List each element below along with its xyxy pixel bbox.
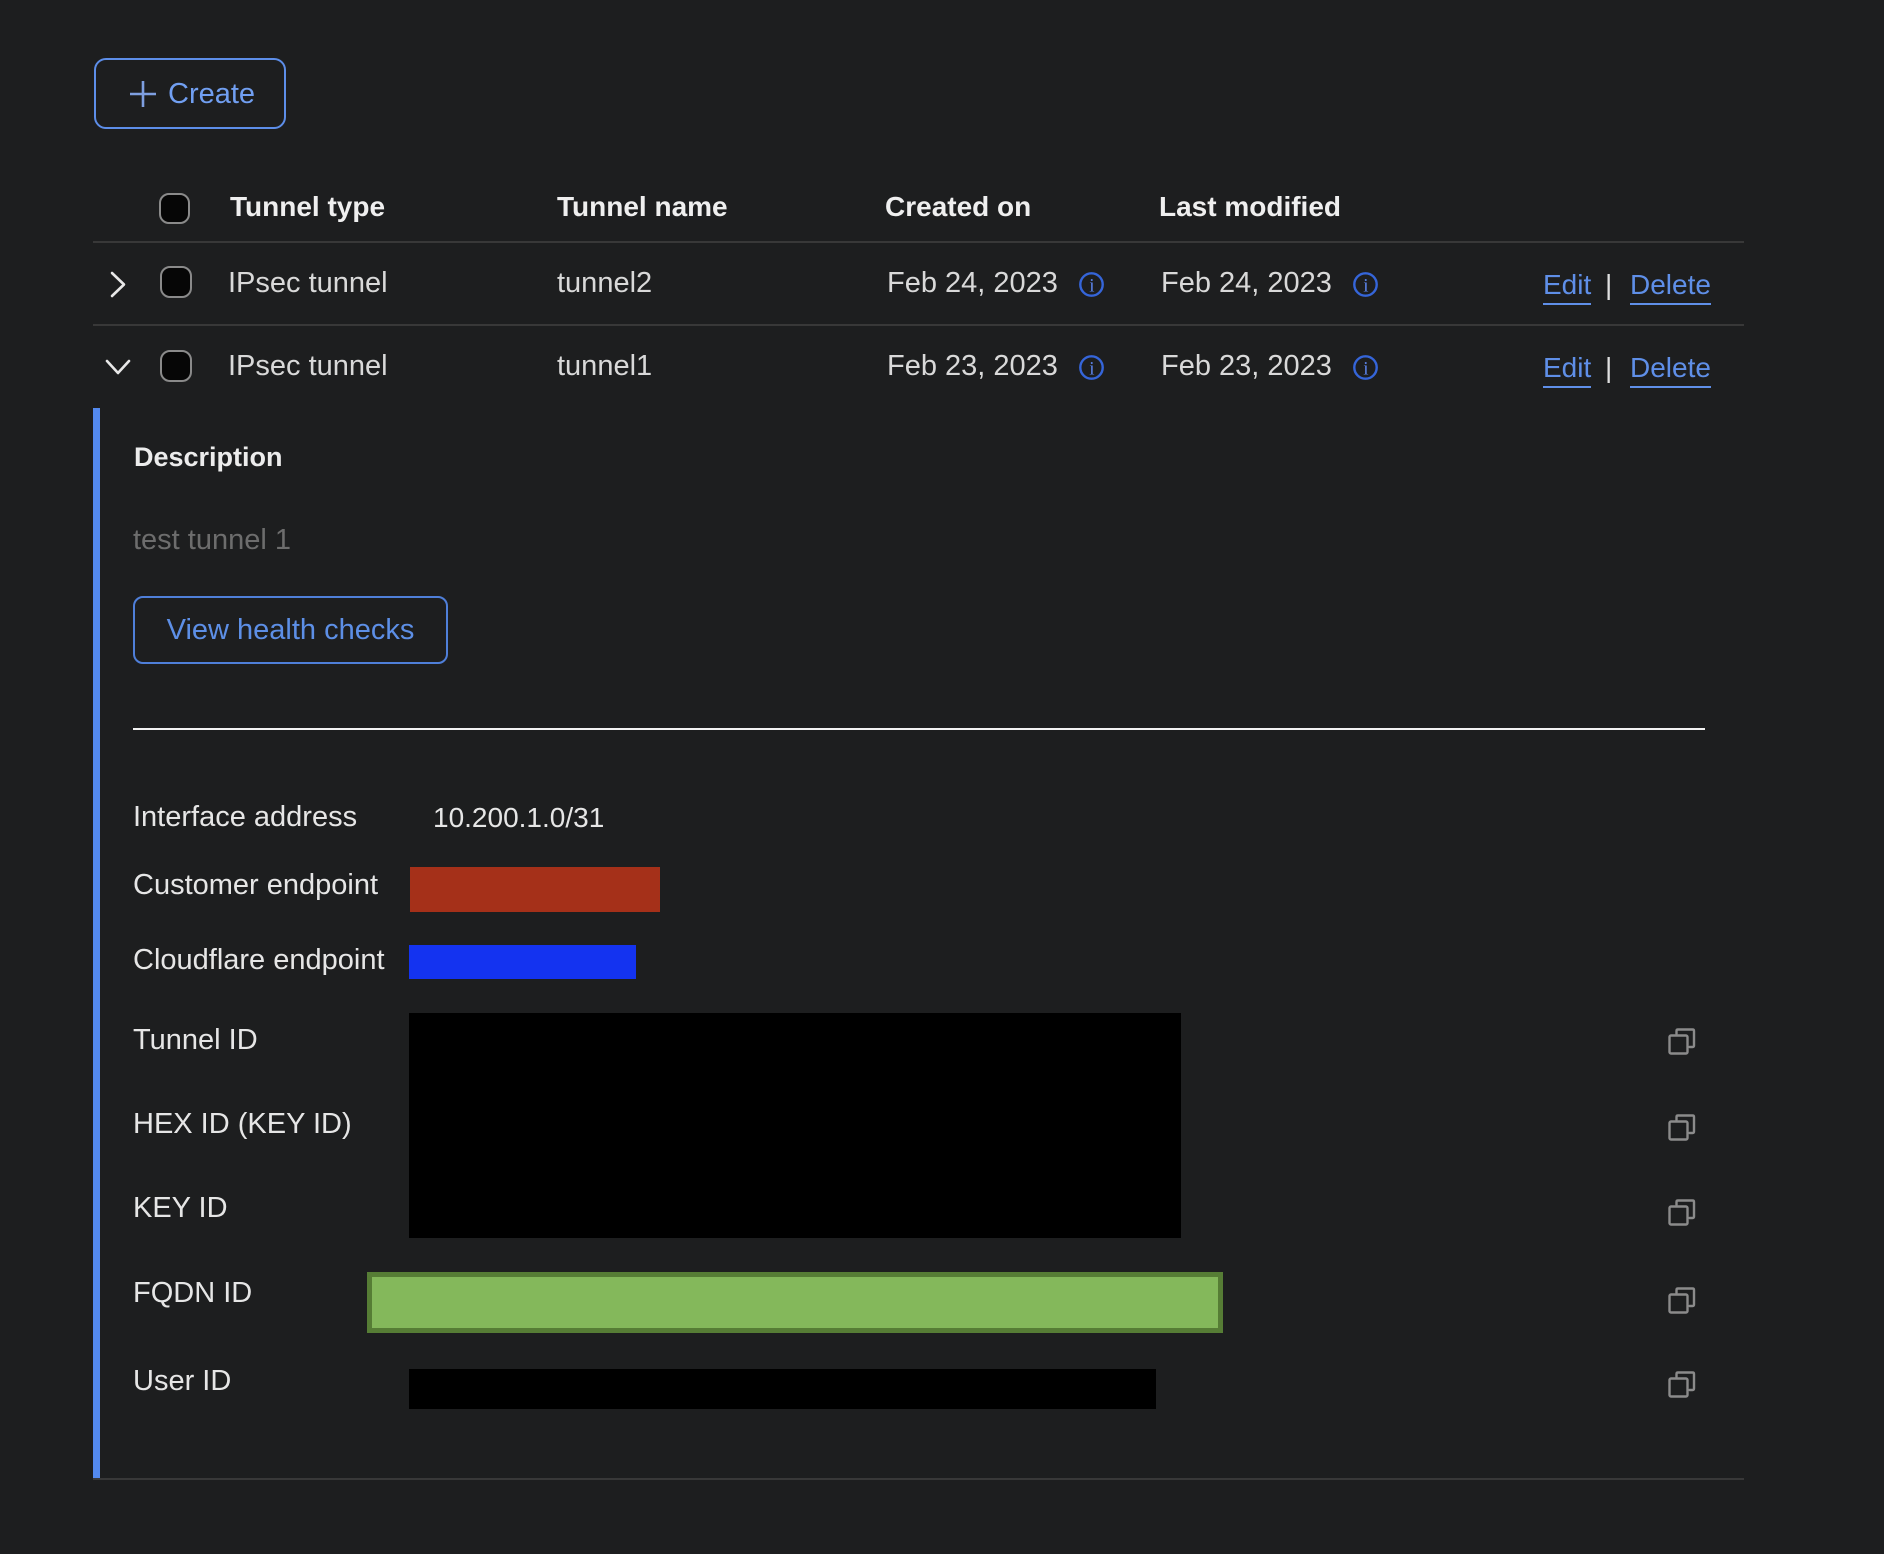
svg-text:i: i	[1089, 275, 1094, 296]
svg-text:i: i	[1089, 358, 1094, 379]
svg-text:i: i	[1363, 358, 1368, 379]
svg-text:i: i	[1363, 275, 1368, 296]
